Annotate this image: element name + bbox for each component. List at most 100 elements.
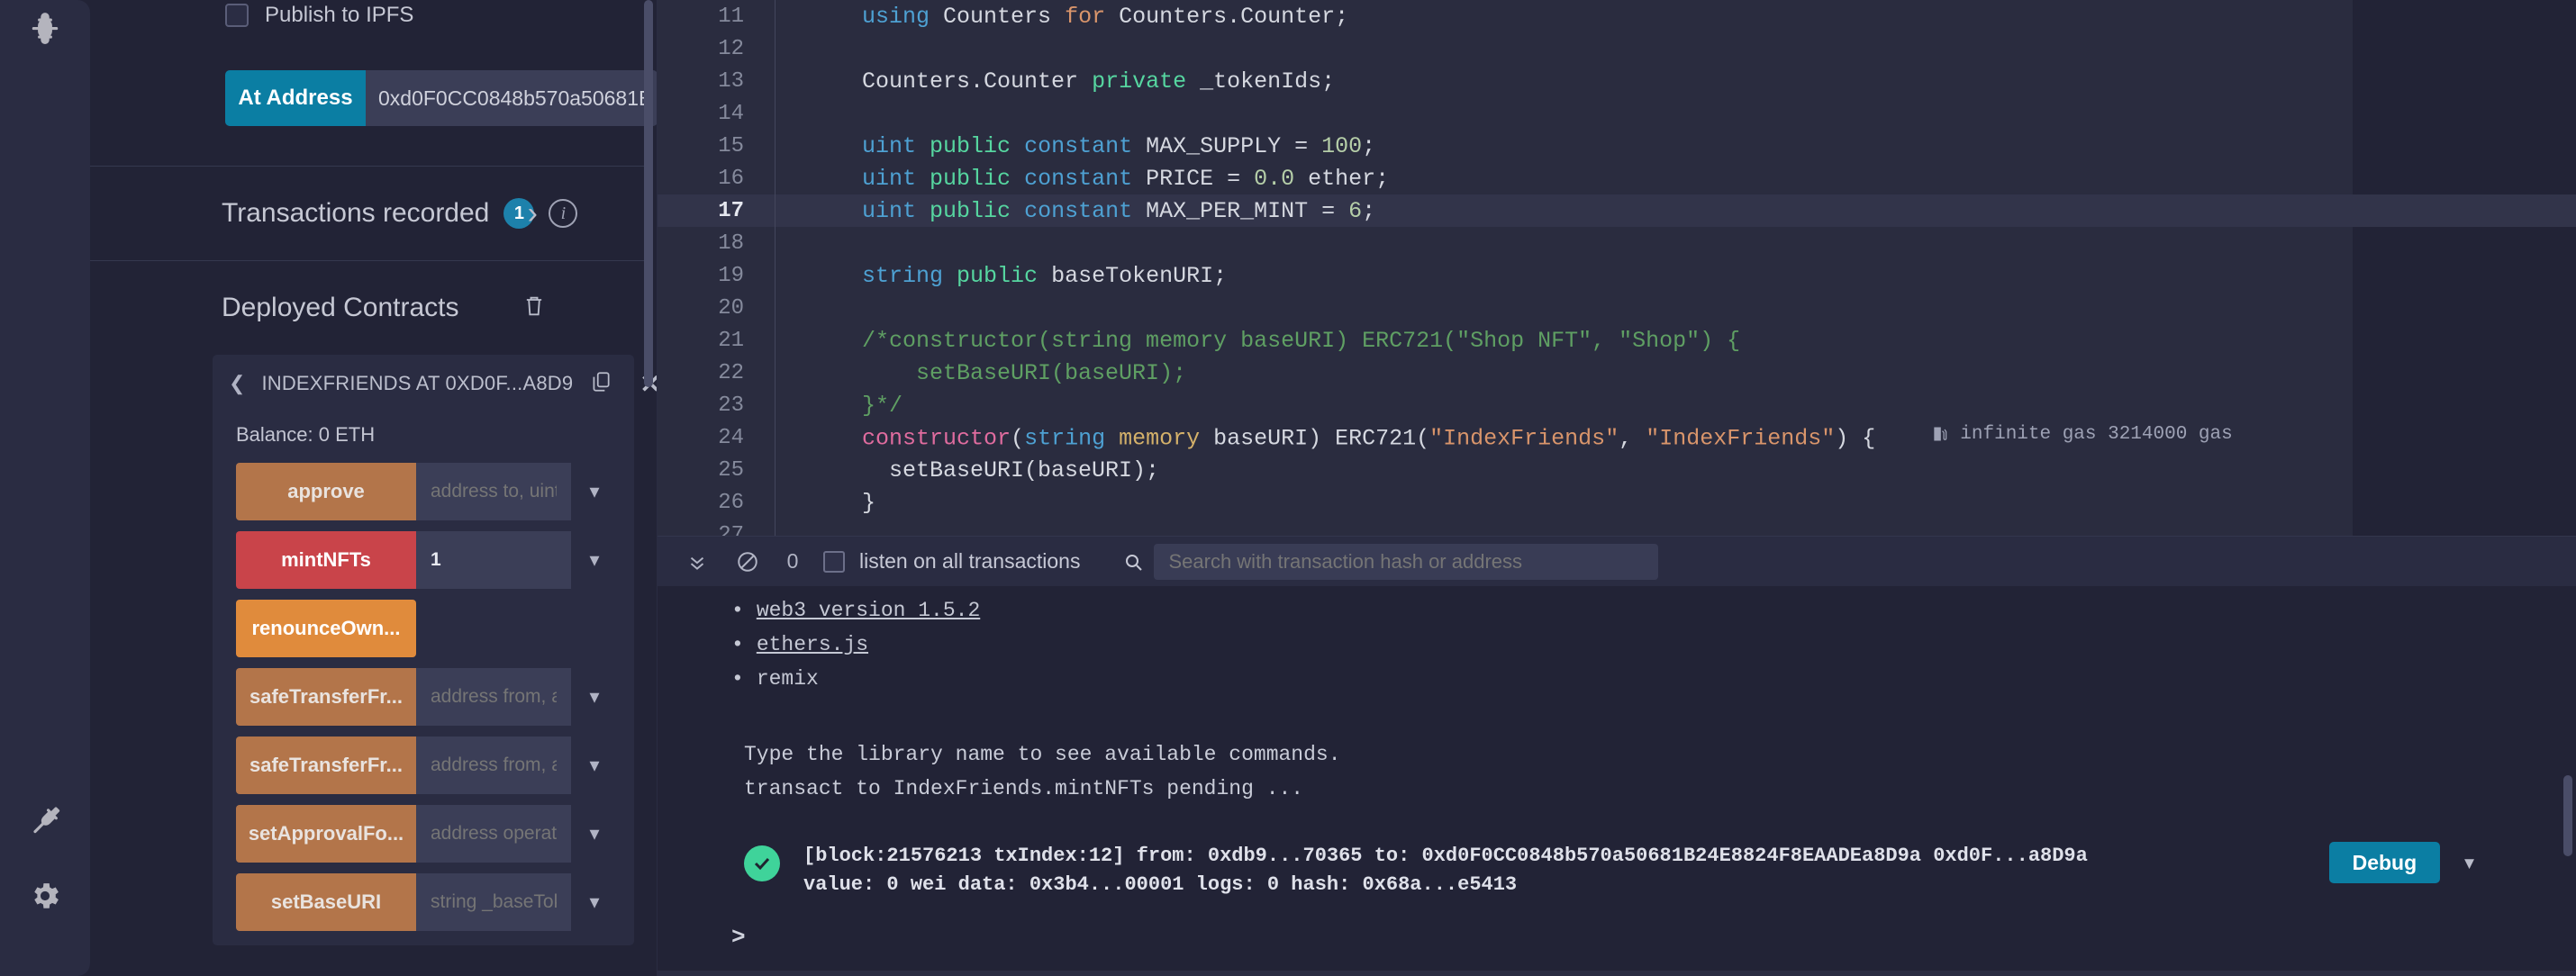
chevron-down-icon[interactable]: ▾	[571, 463, 618, 520]
line-number: 25	[718, 457, 744, 483]
icon-rail	[0, 0, 90, 976]
terminal-message: transact to IndexFriends.mintNFTs pendin…	[744, 777, 1304, 800]
code-text: }	[808, 489, 876, 516]
chevron-down-icon[interactable]: ▾	[571, 873, 618, 931]
trash-icon[interactable]	[522, 294, 547, 323]
bullet-icon: •	[731, 667, 744, 691]
line-number: 21	[718, 328, 744, 353]
code-line[interactable]: 24 constructor(string memory baseURI) ER…	[658, 421, 2576, 454]
bottom-strip	[658, 971, 2576, 976]
line-number: 26	[718, 490, 744, 515]
double-chevron-down-icon[interactable]	[672, 550, 722, 574]
terminal-scrollbar[interactable]	[2563, 775, 2572, 856]
right-column: 11 using Counters for Counters.Counter; 1…	[658, 0, 2576, 976]
function-input-safetransferfr-[interactable]	[416, 737, 571, 794]
settings-gear-icon[interactable]	[0, 869, 90, 923]
chevron-down-icon[interactable]: ▾	[2462, 847, 2477, 879]
terminal-list-item-label[interactable]: web3 version 1.5.2	[757, 593, 980, 628]
code-text: using Counters for Counters.Counter;	[862, 3, 1349, 30]
code-text: constructor(string memory baseURI) ERC72…	[862, 423, 2233, 452]
code-text: uint public constant PRICE = 0.0 ether;	[862, 165, 1390, 192]
code-line[interactable]: 14	[658, 97, 2576, 130]
code-line[interactable]: 26 }	[658, 486, 2576, 519]
terminal-list-item[interactable]: • web3 version 1.5.2	[731, 593, 2576, 628]
terminal-search-input[interactable]	[1154, 543, 1659, 580]
contract-function-row: approve ▾	[236, 463, 618, 520]
search-icon[interactable]	[1112, 551, 1154, 573]
listen-on-all-transactions-checkbox[interactable]	[823, 550, 845, 573]
copy-icon[interactable]	[589, 369, 612, 399]
contract-header[interactable]: ❮ INDEXFRIENDS AT 0XD0F...A8D9 ✕	[213, 355, 657, 412]
code-text: /*constructor(string memory baseURI) ERC…	[808, 327, 1741, 354]
bullet-icon: •	[731, 633, 744, 656]
function-button-safetransferfr-[interactable]: safeTransferFr...	[236, 737, 416, 794]
code-line[interactable]: 19 string public baseTokenURI;	[658, 259, 2576, 292]
deployed-contract-card: ❮ INDEXFRIENDS AT 0XD0F...A8D9 ✕ Balance…	[213, 355, 657, 945]
udapp-scrollbar[interactable]	[644, 0, 653, 387]
code-line[interactable]: 12	[658, 32, 2576, 65]
code-line[interactable]: 20	[658, 292, 2576, 324]
function-button-approve[interactable]: approve	[236, 463, 416, 520]
terminal-messages: Type the library name to see available c…	[658, 696, 2576, 806]
plug-icon[interactable]	[0, 792, 90, 846]
code-line[interactable]: 21 /*constructor(string memory baseURI) …	[658, 324, 2576, 357]
line-number: 16	[718, 166, 744, 191]
no-entry-icon[interactable]	[722, 550, 773, 574]
gutter-border	[775, 97, 776, 130]
at-address-input[interactable]	[366, 70, 657, 126]
code-editor[interactable]: 11 using Counters for Counters.Counter; 1…	[658, 0, 2576, 536]
code-line[interactable]: 17 uint public constant MAX_PER_MINT = 6…	[658, 194, 2576, 227]
function-button-setapprovalfo-[interactable]: setApprovalFo...	[236, 805, 416, 863]
code-line[interactable]: 23 }*/	[658, 389, 2576, 421]
info-icon[interactable]: i	[549, 199, 578, 228]
code-text: }*/	[808, 392, 903, 419]
code-area[interactable]: 11 using Counters for Counters.Counter; 1…	[658, 0, 2576, 536]
function-input-setapprovalfo-[interactable]	[416, 805, 571, 863]
code-line[interactable]: 22 setBaseURI(baseURI);	[658, 357, 2576, 389]
line-number: 12	[718, 36, 744, 61]
terminal-list-item: • remix	[731, 662, 2576, 696]
terminal-list-item-label[interactable]: ethers.js	[757, 628, 868, 662]
chevron-down-icon[interactable]: ▾	[571, 737, 618, 794]
code-line[interactable]: 13 Counters.Counter private _tokenIds;	[658, 65, 2576, 97]
function-input-setbaseuri[interactable]	[416, 873, 571, 931]
code-line[interactable]: 18	[658, 227, 2576, 259]
code-line[interactable]: 16 uint public constant PRICE = 0.0 ethe…	[658, 162, 2576, 194]
code-text: Counters.Counter private _tokenIds;	[808, 68, 1336, 95]
chevron-down-icon[interactable]: ▾	[571, 668, 618, 726]
function-button-mintnfts[interactable]: mintNFTs	[236, 531, 416, 589]
terminal-toolbar: 0 listen on all transactions	[658, 536, 2576, 586]
terminal-prompt[interactable]: >	[731, 924, 746, 951]
contract-function-list: approve ▾ mintNFTs ▾ renounceOwn... safeTrans…	[213, 463, 634, 931]
function-input-approve[interactable]	[416, 463, 571, 520]
terminal-list-item[interactable]: • ethers.js	[731, 628, 2576, 662]
code-line[interactable]: 15 uint public constant MAX_SUPPLY = 100…	[658, 130, 2576, 162]
chevron-down-icon[interactable]: ❮	[229, 372, 245, 395]
debugger-icon[interactable]	[0, 0, 90, 54]
success-check-icon	[744, 845, 780, 881]
code-line[interactable]: 11 using Counters for Counters.Counter;	[658, 0, 2576, 32]
code-text: setBaseURI(baseURI);	[808, 456, 1160, 483]
function-button-safetransferfr-[interactable]: safeTransferFr...	[236, 668, 416, 726]
deployed-contracts-header: Deployed Contracts	[90, 261, 646, 355]
transactions-recorded-row[interactable]: Transactions recorded 1 i ›	[90, 167, 646, 260]
debug-button[interactable]: Debug	[2328, 842, 2441, 883]
at-address-button[interactable]: At Address	[225, 70, 366, 126]
gutter-border	[775, 227, 776, 259]
code-line[interactable]: 27	[658, 519, 2576, 536]
code-line[interactable]: 25 setBaseURI(baseURI);	[658, 454, 2576, 486]
chevron-down-icon[interactable]: ▾	[571, 531, 618, 589]
function-button-setbaseuri[interactable]: setBaseURI	[236, 873, 416, 931]
terminal-panel[interactable]: • web3 version 1.5.2 • ethers.js • remix Type…	[658, 586, 2576, 976]
function-input-mintnfts[interactable]	[416, 531, 571, 589]
gutter-border	[775, 292, 776, 324]
transaction-log-entry[interactable]: [block:21576213 txIndex:12] from: 0xdb9.…	[658, 806, 2576, 899]
function-input-safetransferfr-[interactable]	[416, 668, 571, 726]
function-button-renounceown-[interactable]: renounceOwn...	[236, 600, 416, 657]
chevron-right-icon[interactable]: ›	[528, 196, 538, 231]
line-number: 23	[718, 393, 744, 418]
chevron-down-icon[interactable]: ▾	[571, 805, 618, 863]
terminal-error-count: 0	[786, 549, 799, 573]
publish-to-ipfs-checkbox[interactable]	[225, 4, 249, 27]
bullet-icon: •	[731, 599, 744, 622]
